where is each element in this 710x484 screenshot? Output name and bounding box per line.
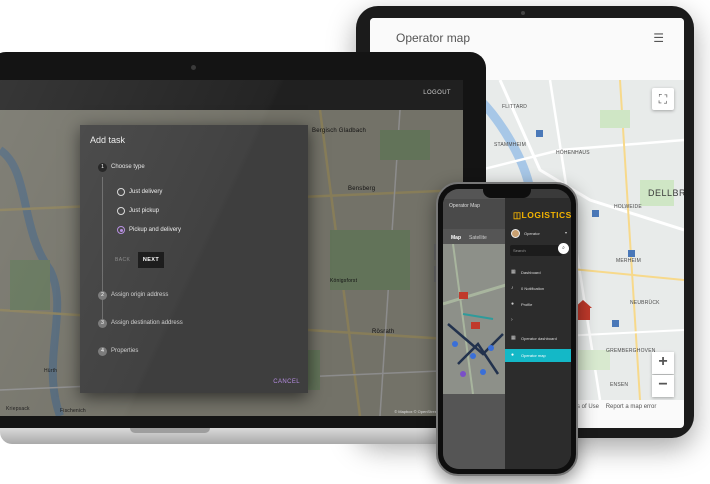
radio-pickup-and-delivery[interactable] <box>117 226 125 234</box>
step-3-number: 3 <box>98 319 107 328</box>
next-button[interactable]: NEXT <box>138 252 164 268</box>
nav-label: 0 Notification <box>521 286 545 291</box>
step-3-label[interactable]: Assign destination address <box>111 320 183 326</box>
tablet-camera <box>521 11 525 15</box>
dialog-title: Add task <box>90 135 126 145</box>
search-input[interactable]: Search <box>510 245 562 256</box>
nav-label: Operator dashboard <box>521 336 557 341</box>
nav-item-notification[interactable]: ♪ 0 Notification <box>505 282 571 295</box>
nav-item-operator-map[interactable]: ● Operator map <box>505 349 571 362</box>
tab-satellite[interactable]: Satellite <box>469 235 487 241</box>
add-task-dialog: Add task 1 Choose type Just delivery Jus… <box>80 125 308 393</box>
laptop-camera <box>191 65 196 70</box>
phone-volume-button <box>434 266 436 282</box>
caret-down-icon[interactable]: ▾ <box>565 230 567 235</box>
tab-map[interactable]: Map <box>451 235 461 241</box>
cancel-button[interactable]: CANCEL <box>273 379 300 385</box>
radio-just-pickup[interactable] <box>117 207 125 215</box>
phone-screen: Operator Map Map Satellite ◫LOGISTICS Op… <box>443 189 571 469</box>
navigation-drawer: ◫LOGISTICS Operator ▾ Search ⌕ ▦ Dashboa… <box>505 198 571 469</box>
report-map-error-link[interactable]: Report a map error <box>606 404 657 410</box>
hamburger-icon[interactable]: ☰ <box>653 31 664 45</box>
map-label: NEUBRÜCK <box>630 300 660 306</box>
map-label: FLITTARD <box>502 104 528 110</box>
phone-map-graphic <box>443 244 509 394</box>
fullscreen-icon[interactable]: ⛶ <box>652 88 674 110</box>
laptop-screen: LOGOUT Bergisch Gladbach Bensberg Rösrat… <box>0 80 463 416</box>
phone-device: Operator Map Map Satellite ◫LOGISTICS Op… <box>434 182 578 476</box>
app-topbar: LOGOUT <box>0 80 463 110</box>
radio-label[interactable]: Just pickup <box>129 208 159 214</box>
logo-text: LOGISTICS <box>521 210 571 220</box>
search-icon[interactable]: ⌕ <box>558 243 569 254</box>
phone-map[interactable] <box>443 244 509 394</box>
dashboard-icon: ▦ <box>511 269 516 275</box>
device-mockup-scene: Operator map ☰ FLITTARD STAMMHEIM HÖHENH… <box>0 0 710 484</box>
step-2-number: 2 <box>98 291 107 300</box>
phone-notch <box>483 189 531 198</box>
back-button[interactable]: BACK <box>115 257 130 263</box>
location-pin-icon: ● <box>511 352 515 358</box>
step-4-number: 4 <box>98 347 107 356</box>
laptop-device: LOGOUT Bergisch Gladbach Bensberg Rösrat… <box>0 52 486 432</box>
step-2-label[interactable]: Assign origin address <box>111 292 168 298</box>
step-4-label[interactable]: Properties <box>111 348 138 354</box>
nav-label: Dashboard <box>521 270 541 275</box>
nav-label: Operator map <box>521 353 546 358</box>
radio-just-delivery[interactable] <box>117 188 125 196</box>
logout-button[interactable]: LOGOUT <box>423 90 451 96</box>
map-label: ENSEN <box>610 382 629 388</box>
nav-item-operator-dashboard[interactable]: ▦ Operator dashboard <box>505 332 571 345</box>
map-label: MERHEIM <box>616 258 642 264</box>
stepper-connector <box>102 177 103 327</box>
phone-page-title: Operator Map <box>449 203 480 209</box>
dashboard-icon: ▦ <box>511 335 516 341</box>
zoom-out-button[interactable]: − <box>652 375 674 397</box>
map-label: DELLBRU <box>648 188 684 198</box>
user-name[interactable]: Operator <box>524 231 540 236</box>
map-label: HÖHENHAUS <box>556 150 590 156</box>
chevron-right-icon: › <box>511 317 513 323</box>
bell-icon: ♪ <box>511 285 514 291</box>
logo-mark-icon: ◫ <box>513 210 522 220</box>
zoom-in-button[interactable]: + <box>652 352 674 374</box>
radio-label[interactable]: Just delivery <box>129 189 162 195</box>
laptop-base <box>0 428 490 444</box>
radio-label[interactable]: Pickup and delivery <box>129 227 181 233</box>
map-label: GREMBERGHOVEN <box>606 348 656 354</box>
logistics-logo: ◫LOGISTICS <box>513 210 571 221</box>
step-1-number: 1 <box>98 163 107 172</box>
laptop-base-notch <box>130 428 210 433</box>
person-icon: ● <box>511 301 515 307</box>
nav-label: Profile <box>521 302 533 307</box>
step-1-label[interactable]: Choose type <box>111 164 145 170</box>
nav-item-profile[interactable]: ● Profile <box>505 298 571 311</box>
map-label: HOLWEIDE <box>614 204 642 210</box>
nav-item-expand[interactable]: › <box>505 314 571 327</box>
page-title: Operator map <box>396 31 471 45</box>
avatar[interactable] <box>511 229 520 238</box>
map-footer: rms of Use Report a map error <box>570 404 656 410</box>
nav-item-dashboard[interactable]: ▦ Dashboard <box>505 266 571 279</box>
phone-volume-button <box>434 244 436 260</box>
phone-app-background: Operator Map Map Satellite <box>443 189 509 469</box>
map-label: STAMMHEIM <box>494 142 526 148</box>
